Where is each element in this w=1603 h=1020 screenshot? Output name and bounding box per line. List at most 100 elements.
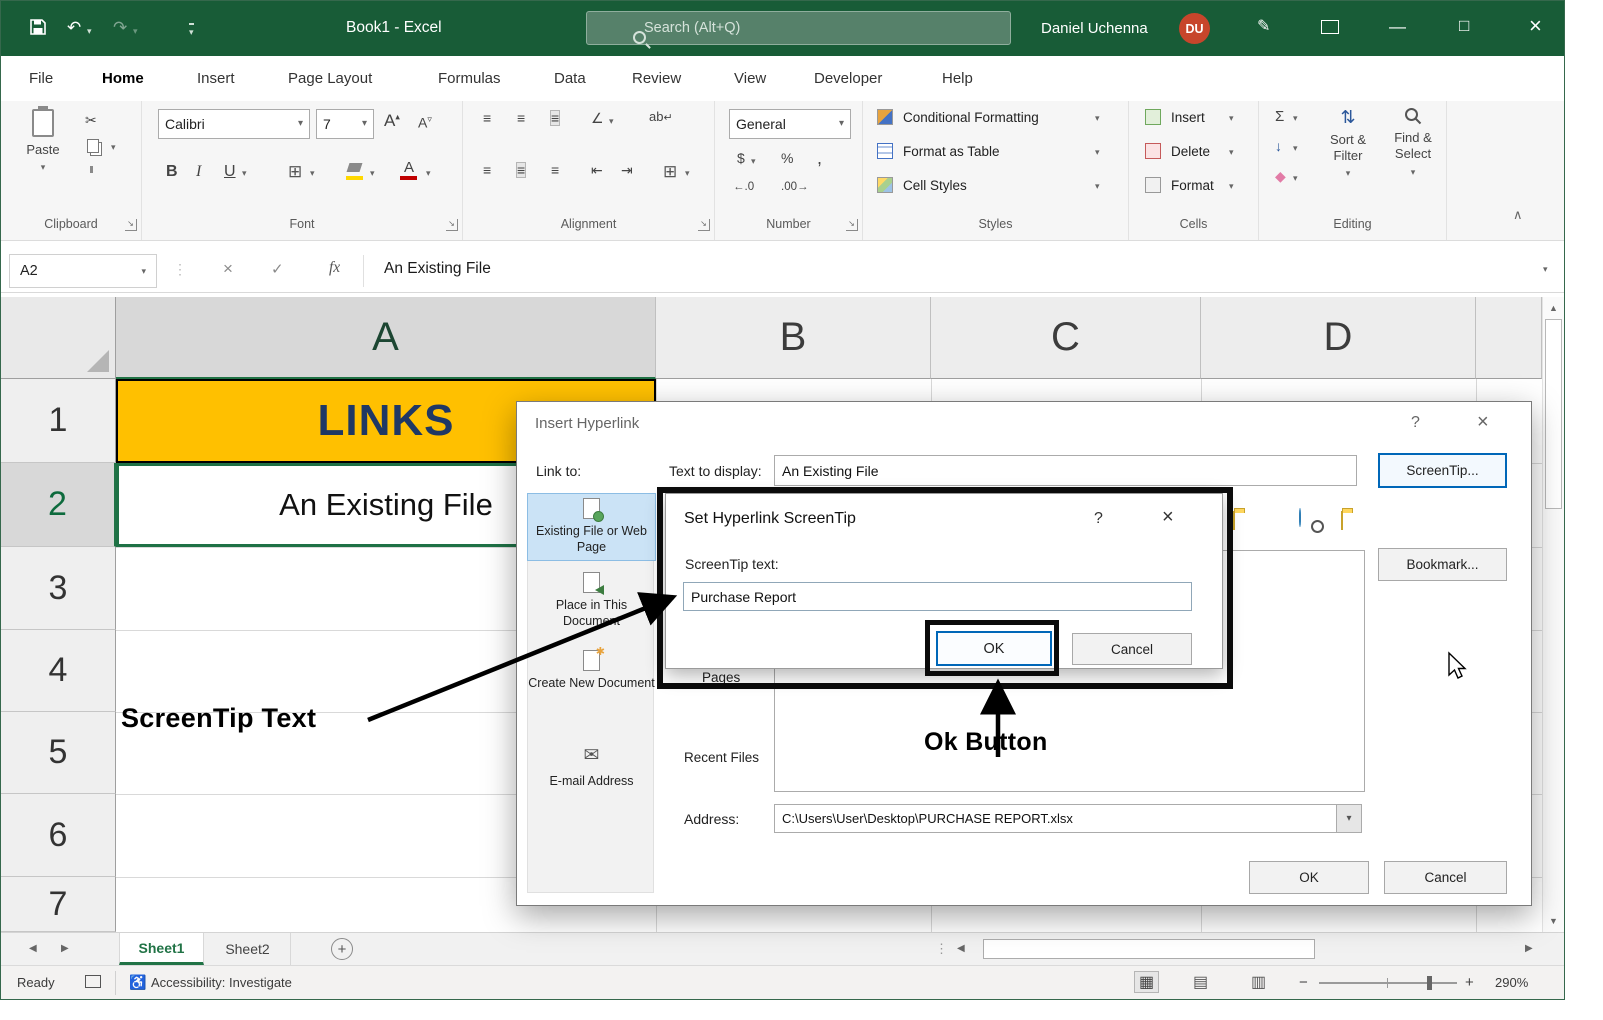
recent-files-button[interactable]: Recent Files	[684, 750, 759, 765]
horizontal-scrollbar[interactable]	[979, 938, 1519, 960]
column-header-a[interactable]: A	[116, 297, 656, 379]
merge-center-icon[interactable]: ⊞	[663, 163, 677, 180]
text-to-display-input[interactable]	[774, 455, 1357, 486]
delete-cells-button[interactable]: Delete	[1171, 144, 1210, 159]
formula-bar-splitter[interactable]: ⋮	[173, 261, 187, 278]
copy-dropdown-icon[interactable]: ▾	[111, 143, 116, 152]
fill-color-dropdown-icon[interactable]: ▾	[370, 169, 375, 178]
clear-icon[interactable]: ◆	[1275, 169, 1286, 183]
alignment-dialog-launcher-icon[interactable]: ↘	[698, 219, 710, 231]
bookmark-button[interactable]: Bookmark...	[1378, 548, 1507, 581]
font-name-combo[interactable]: Calibri▾	[158, 109, 310, 139]
align-center-icon[interactable]: ≡	[517, 163, 525, 177]
fill-color-icon[interactable]	[347, 163, 363, 172]
tab-view[interactable]: View	[734, 56, 766, 101]
tab-developer[interactable]: Developer	[814, 56, 882, 101]
align-top-icon[interactable]: ≡	[483, 111, 491, 125]
find-select-button[interactable]: Find &Select ▾	[1385, 107, 1441, 211]
merge-dropdown-icon[interactable]: ▾	[685, 169, 690, 178]
tab-file[interactable]: File	[29, 56, 53, 101]
dialog-close-icon[interactable]: ×	[1477, 411, 1489, 434]
sort-filter-button[interactable]: ⇅ Sort &Filter ▾	[1315, 107, 1381, 211]
view-normal-icon[interactable]: ▦	[1135, 972, 1158, 992]
font-dialog-launcher-icon[interactable]: ↘	[446, 219, 458, 231]
address-combo[interactable]: ▾	[774, 804, 1362, 833]
redo-icon[interactable]: ↷	[113, 19, 127, 36]
name-box[interactable]: A2 ▾	[9, 254, 157, 288]
insert-function-icon[interactable]: fx	[329, 259, 340, 277]
zoom-out-icon[interactable]: −	[1299, 974, 1308, 991]
dialog-help-icon[interactable]: ?	[1411, 414, 1420, 432]
clear-dropdown-icon[interactable]: ▾	[1293, 174, 1298, 183]
tab-page-layout[interactable]: Page Layout	[288, 56, 372, 101]
format-dropdown-icon[interactable]: ▾	[1229, 182, 1234, 191]
underline-icon[interactable]: U	[224, 163, 236, 181]
number-format-combo[interactable]: General▾	[729, 109, 851, 139]
cut-icon[interactable]: ✂	[85, 113, 97, 127]
row-header-5[interactable]: 5	[1, 712, 116, 794]
browse-file-icon[interactable]	[1341, 511, 1343, 530]
row-header-7[interactable]: 7	[1, 877, 116, 932]
delete-dropdown-icon[interactable]: ▾	[1229, 148, 1234, 157]
customize-qat-icon[interactable]: ▾	[189, 23, 194, 38]
user-name[interactable]: Daniel Uchenna	[1041, 20, 1148, 37]
screentip-button[interactable]: ScreenTip...	[1378, 453, 1507, 488]
row-header-3[interactable]: 3	[1, 547, 116, 630]
zoom-in-icon[interactable]: +	[1465, 974, 1474, 991]
align-left-icon[interactable]: ≡	[483, 163, 491, 177]
currency-icon[interactable]: $	[737, 151, 745, 165]
avatar[interactable]: DU	[1179, 13, 1210, 44]
column-header-partial[interactable]	[1476, 297, 1542, 379]
bold-icon[interactable]: B	[166, 163, 178, 181]
insert-cells-button[interactable]: Insert	[1171, 110, 1205, 125]
fill-dropdown-icon[interactable]: ▾	[1293, 144, 1298, 153]
fill-icon[interactable]: ↓	[1275, 139, 1282, 153]
fat-dropdown-icon[interactable]: ▾	[1095, 148, 1100, 157]
zoom-slider[interactable]	[1319, 982, 1457, 984]
orientation-dropdown-icon[interactable]: ▾	[609, 117, 614, 126]
decrease-decimal-icon[interactable]: .00→	[781, 181, 809, 193]
expand-formula-bar-icon[interactable]: ▾	[1543, 265, 1548, 274]
hyperlink-cancel-button[interactable]: Cancel	[1384, 861, 1507, 894]
row-header-4[interactable]: 4	[1, 630, 116, 712]
scroll-up-icon[interactable]: ▲	[1549, 303, 1558, 313]
tab-data[interactable]: Data	[554, 56, 586, 101]
decrease-indent-icon[interactable]: ⇤	[591, 163, 603, 177]
browse-folder-new-icon[interactable]	[1233, 511, 1235, 530]
format-cells-button[interactable]: Format	[1171, 178, 1214, 193]
sidebar-item-create-new-document[interactable]: ✱ Create New Document	[528, 646, 655, 716]
conditional-formatting-button[interactable]: Conditional Formatting	[903, 110, 1039, 125]
autosum-icon[interactable]: Σ	[1275, 109, 1284, 124]
tab-formulas[interactable]: Formulas	[438, 56, 501, 101]
sheet-nav-prev-icon[interactable]: ◀	[29, 943, 37, 954]
search-input[interactable]	[644, 20, 974, 36]
zoom-slider-thumb[interactable]	[1427, 976, 1432, 990]
autosum-dropdown-icon[interactable]: ▾	[1293, 114, 1298, 123]
orientation-icon[interactable]: ∠	[591, 111, 604, 125]
borders-icon[interactable]: ⊞	[288, 163, 302, 180]
wrap-text-icon[interactable]: ab↵	[649, 109, 673, 124]
paste-button[interactable]: Paste ▾	[15, 109, 71, 209]
ribbon-display-options-icon[interactable]	[1321, 20, 1339, 34]
tab-insert[interactable]: Insert	[197, 56, 235, 101]
format-as-table-button[interactable]: Format as Table	[903, 144, 1000, 159]
hscroll-left-icon[interactable]: ◀	[957, 943, 965, 954]
hyperlink-ok-button[interactable]: OK	[1249, 861, 1369, 894]
scrollbar-thumb[interactable]	[1545, 319, 1562, 509]
comma-icon[interactable]: ,	[817, 149, 822, 167]
column-header-d[interactable]: D	[1201, 297, 1476, 379]
percent-icon[interactable]: %	[781, 151, 793, 165]
select-all-corner[interactable]	[1, 297, 116, 379]
clipboard-dialog-launcher-icon[interactable]: ↘	[125, 219, 137, 231]
row-header-2[interactable]: 2	[1, 463, 116, 547]
copy-icon[interactable]	[87, 139, 99, 153]
minimize-icon[interactable]: —	[1389, 18, 1406, 35]
shrink-font-icon[interactable]: A▿	[418, 114, 432, 131]
formula-bar-content[interactable]: An Existing File	[384, 260, 491, 278]
cf-dropdown-icon[interactable]: ▾	[1095, 114, 1100, 123]
borders-dropdown-icon[interactable]: ▾	[310, 169, 315, 178]
row-header-6[interactable]: 6	[1, 794, 116, 877]
row-header-1[interactable]: 1	[1, 379, 116, 463]
font-color-dropdown-icon[interactable]: ▾	[426, 169, 431, 178]
align-right-icon[interactable]: ≡	[551, 163, 559, 177]
